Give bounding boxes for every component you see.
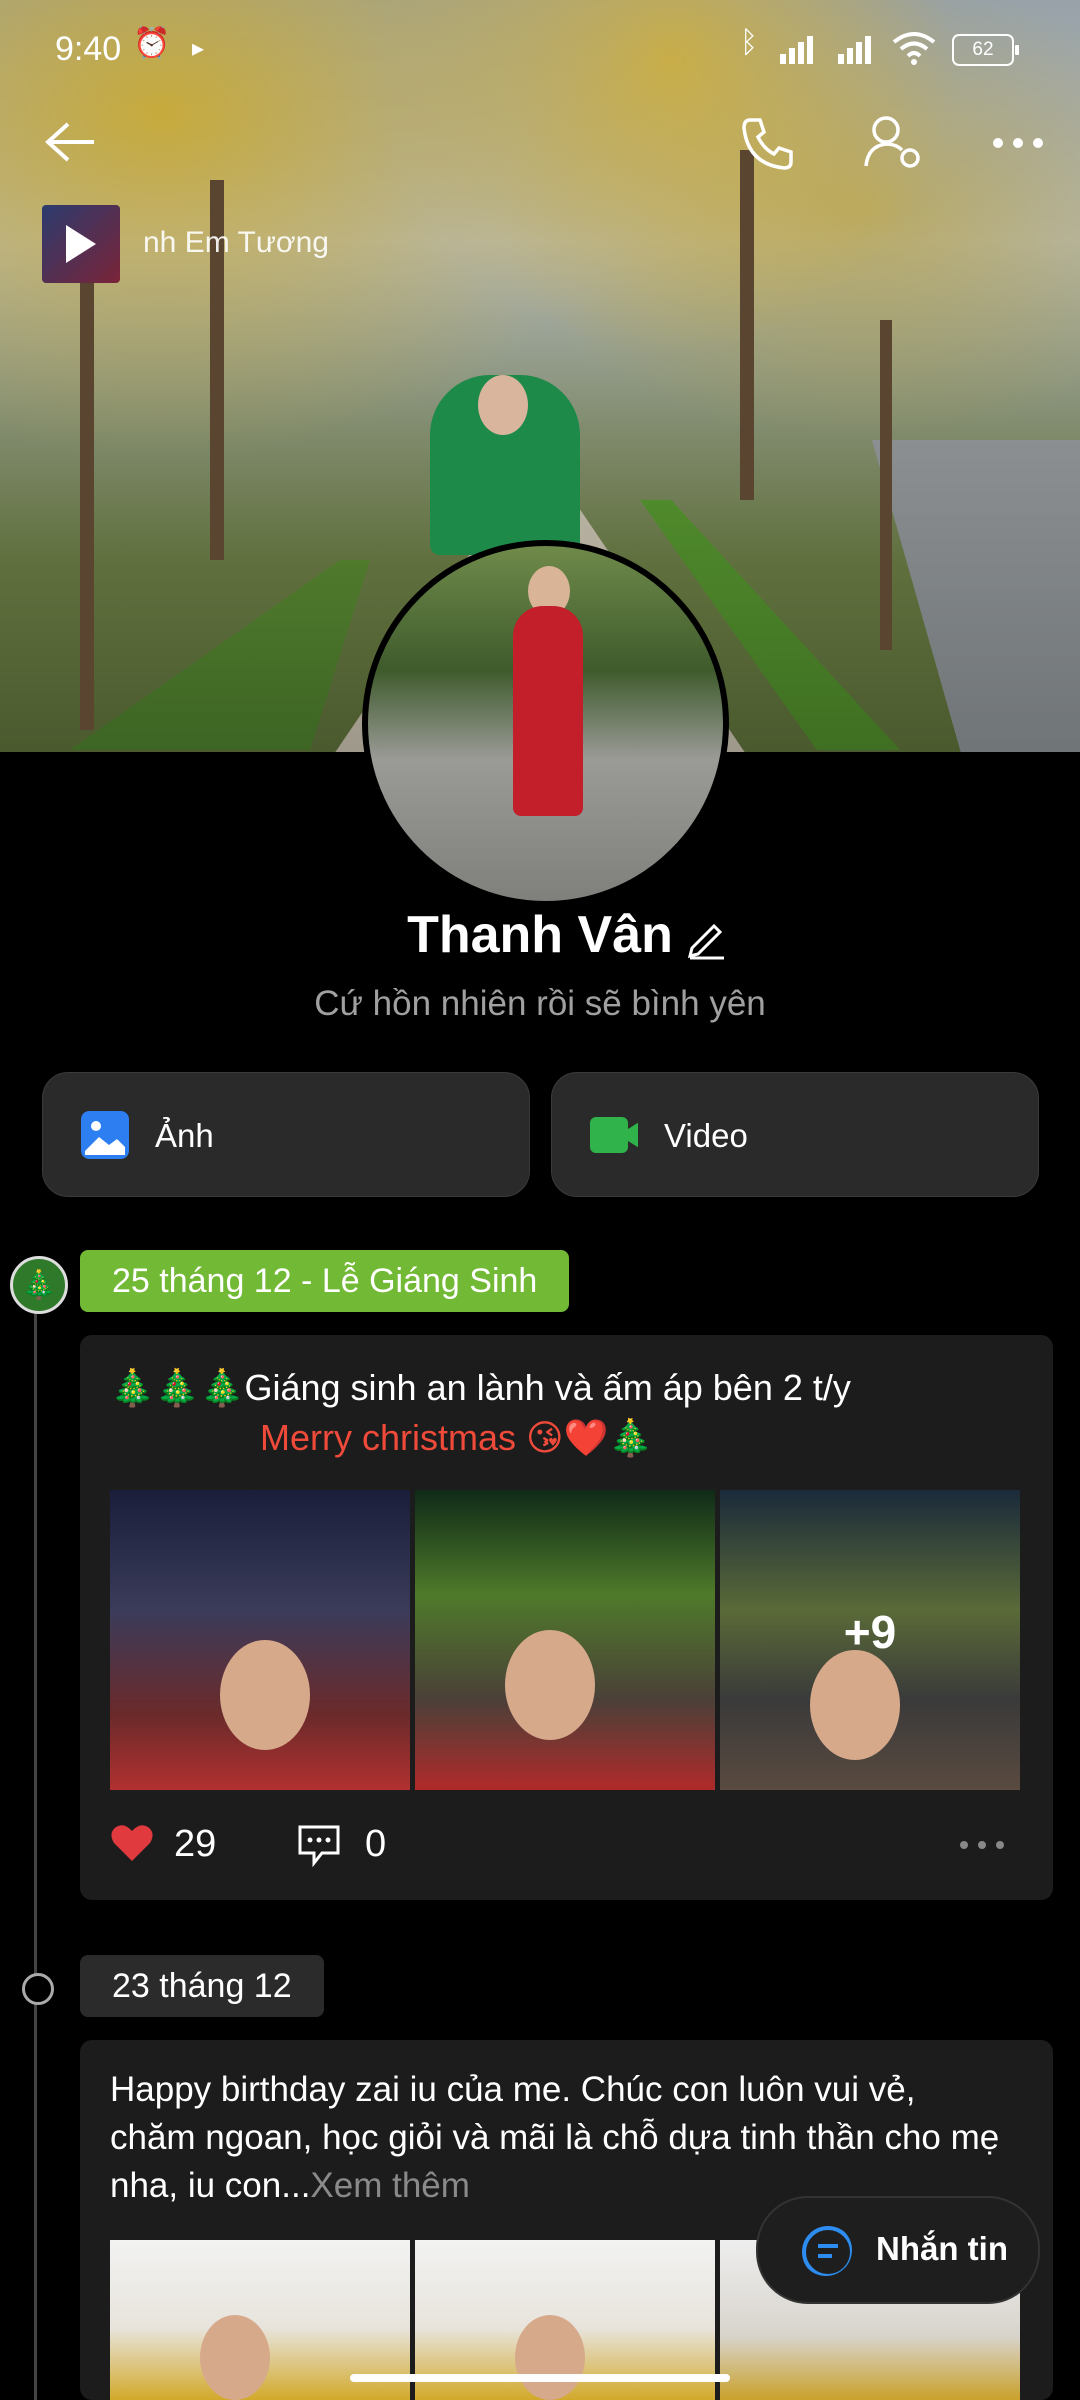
post-text-line: 🎄🎄🎄Giáng sinh an lành và ấm áp bên 2 t/y: [110, 1367, 851, 1408]
comment-icon[interactable]: [296, 1823, 342, 1867]
photo-face: [810, 1650, 900, 1760]
post-more-icon[interactable]: [958, 1839, 1006, 1851]
location-arrow-icon: ▸: [192, 35, 205, 62]
photo-face: [505, 1630, 595, 1740]
cover-tree: [740, 150, 754, 500]
video-tab-label: Video: [664, 1117, 748, 1154]
status-time: 9:40: [55, 30, 122, 68]
photos-tab-button[interactable]: Ảnh: [42, 1072, 530, 1197]
signal-icon: [838, 36, 871, 64]
post-body-text: Happy birthday zai iu của me. Chúc con l…: [110, 2070, 1000, 2205]
post-photo[interactable]: [110, 1490, 410, 1790]
avatar[interactable]: [362, 540, 729, 907]
post-text-highlight: Merry christmas 😘❤️🎄: [260, 1417, 654, 1458]
timeline-line: [34, 1300, 37, 2400]
alarm-icon: ⏰: [133, 27, 171, 60]
post-text: Happy birthday zai iu của me. Chúc con l…: [110, 2066, 1010, 2210]
photos-tab-label: Ảnh: [155, 1117, 214, 1154]
signal-icon: [780, 36, 813, 64]
music-thumbnail[interactable]: [42, 205, 120, 283]
back-arrow-icon[interactable]: [44, 120, 98, 164]
play-icon[interactable]: [66, 225, 96, 263]
user-settings-icon[interactable]: [862, 112, 926, 172]
post-card[interactable]: 🎄🎄🎄Giáng sinh an lành và ấm áp bên 2 t/y…: [80, 1335, 1053, 1900]
cover-person-head: [478, 375, 528, 435]
cover-grass-left: [70, 560, 370, 750]
date-label-christmas: 25 tháng 12 - Lễ Giáng Sinh: [80, 1250, 570, 1312]
status-bar: 9:40 ⏰ ▸ ᛒ 62: [0, 0, 1080, 100]
heart-icon[interactable]: [110, 1823, 154, 1863]
post-photo[interactable]: [415, 1490, 715, 1790]
battery-icon: 62: [952, 34, 1019, 66]
home-indicator[interactable]: [350, 2374, 730, 2382]
comment-count: 0: [365, 1823, 387, 1865]
date-label: 23 tháng 12: [80, 1955, 324, 2017]
cover-road: [872, 440, 1080, 752]
timeline-dot: [22, 1973, 54, 2005]
see-more-link[interactable]: Xem thêm: [310, 2166, 470, 2205]
photo-icon: [81, 1111, 129, 1159]
edit-icon[interactable]: [686, 918, 726, 960]
cover-tree: [880, 320, 892, 650]
like-count: 29: [174, 1823, 217, 1865]
bluetooth-icon: ᛒ: [740, 26, 758, 59]
more-photos-count: +9: [843, 1606, 897, 1658]
video-icon: [590, 1117, 638, 1153]
christmas-tree-icon: 🎄: [10, 1256, 68, 1314]
post-text: 🎄🎄🎄Giáng sinh an lành và ấm áp bên 2 t/y…: [110, 1363, 1010, 1463]
phone-icon[interactable]: [738, 114, 796, 172]
post-photo-grid: +9: [110, 1490, 1020, 1790]
message-button-label: Nhắn tin: [876, 2230, 1008, 2267]
photo-face: [515, 2315, 585, 2400]
chat-icon: [802, 2226, 852, 2276]
message-button[interactable]: Nhắn tin: [756, 2196, 1040, 2304]
avatar-person: [513, 606, 583, 816]
photo-face: [220, 1640, 310, 1750]
music-title[interactable]: nh Em Tương: [143, 226, 329, 260]
profile-bio: Cứ hồn nhiên rồi sẽ bình yên: [314, 984, 766, 1023]
video-tab-button[interactable]: Video: [551, 1072, 1039, 1197]
photo-face: [200, 2315, 270, 2400]
wifi-icon: [892, 32, 936, 65]
cover-tree: [80, 260, 94, 730]
profile-name: Thanh Vân: [407, 906, 673, 964]
more-icon[interactable]: [992, 136, 1044, 150]
post-photo-more[interactable]: +9: [720, 1490, 1020, 1790]
